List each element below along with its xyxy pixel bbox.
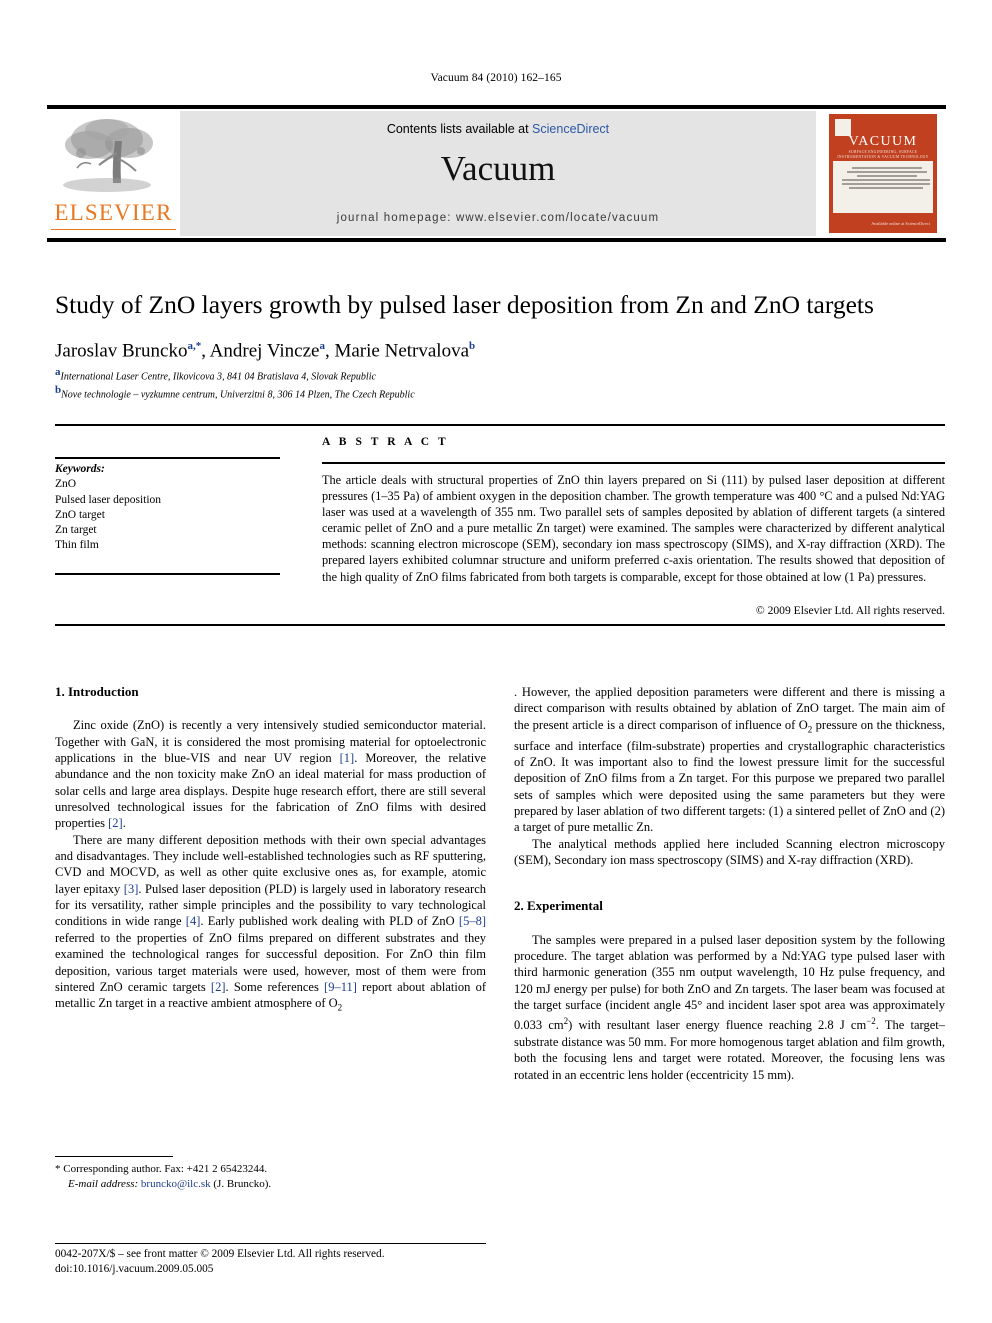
- email-link[interactable]: bruncko@ilc.sk: [141, 1178, 211, 1190]
- keywords-rule-top: [55, 457, 280, 459]
- sciencedirect-link[interactable]: ScienceDirect: [532, 122, 609, 136]
- keywords-block: Keywords: ZnO Pulsed laser deposition Zn…: [55, 462, 280, 554]
- article-first-page: Vacuum 84 (2010) 162–165 ELSEVIER Conten…: [0, 0, 992, 1323]
- keyword-item: ZnO: [55, 478, 77, 491]
- body-column-right: . However, the applied deposition parame…: [514, 684, 945, 1083]
- author-name[interactable]: Andrej Vincze: [210, 340, 320, 361]
- cover-text-lines: [842, 167, 932, 191]
- email-note: E-mail address: bruncko@ilc.sk (J. Brunc…: [55, 1177, 486, 1192]
- cover-artwork: VACUUM SURFACE ENGINEERING, SURFACE INST…: [829, 114, 937, 233]
- affiliation-item: aInternational Laser Centre, Ilkovicova …: [55, 366, 945, 384]
- author-affil-mark: b: [469, 340, 476, 352]
- superscript: −2: [866, 1016, 876, 1027]
- page-title: Study of ZnO layers growth by pulsed las…: [55, 290, 874, 319]
- section-heading-introduction: 1. Introduction: [55, 684, 139, 699]
- issn-line: 0042-207X/$ – see front matter © 2009 El…: [55, 1248, 385, 1260]
- contents-prefix: Contents lists available at: [386, 122, 533, 136]
- citation-link[interactable]: [9–11]: [324, 980, 357, 994]
- author-list: Jaroslav Brunckoa,*, Andrej Vinczea, Mar…: [55, 340, 476, 362]
- keyword-item: Thin film: [55, 539, 99, 552]
- affiliation-text: International Laser Centre, Ilkovicova 3…: [60, 371, 376, 383]
- body-column-left: 1. Introduction Zinc oxide (ZnO) is rece…: [55, 684, 486, 1016]
- issn-doi-block: 0042-207X/$ – see front matter © 2009 El…: [55, 1247, 515, 1276]
- citation-link[interactable]: [4]: [186, 914, 201, 928]
- masthead-rule-top: [47, 105, 946, 109]
- copyright-line: © 2009 Elsevier Ltd. All rights reserved…: [755, 604, 945, 617]
- elsevier-underline: [51, 228, 176, 230]
- abstract-block-rule-bottom: [55, 624, 945, 626]
- elsevier-tree-icon: [63, 119, 153, 192]
- elsevier-wordmark: ELSEVIER: [54, 200, 173, 225]
- author-name[interactable]: Marie Netrvalova: [334, 340, 469, 361]
- paragraph: . However, the applied deposition parame…: [514, 684, 945, 836]
- author-affil-mark: a,*: [187, 340, 202, 352]
- cover-white-band: [833, 161, 933, 213]
- keyword-item: ZnO target: [55, 508, 105, 521]
- running-head: Vacuum 84 (2010) 162–165: [430, 72, 562, 84]
- footnote-block: * Corresponding author. Fax: +421 2 6542…: [55, 1162, 486, 1191]
- paragraph-text: . Early published work dealing with PLD …: [200, 914, 459, 929]
- email-owner: (J. Bruncko).: [213, 1177, 272, 1190]
- doi-line[interactable]: doi:10.1016/j.vacuum.2009.05.005: [55, 1262, 515, 1277]
- paragraph: There are many different deposition meth…: [55, 832, 486, 1016]
- citation-link[interactable]: [2]: [108, 816, 123, 830]
- email-label: E-mail address:: [68, 1177, 139, 1190]
- paragraph-text: pressure on the thickness, surface and i…: [514, 717, 945, 835]
- keywords-rule-bottom: [55, 573, 280, 575]
- citation-link[interactable]: [2]: [211, 980, 226, 994]
- keyword-item: Pulsed laser deposition: [55, 493, 162, 506]
- abstract-heading: A B S T R A C T: [322, 436, 449, 448]
- journal-homepage-link[interactable]: journal homepage: www.elsevier.com/locat…: [180, 212, 816, 224]
- abstract-rule: [322, 462, 945, 464]
- abstract-block-rule-top: [55, 424, 945, 426]
- journal-band: Contents lists available at ScienceDirec…: [180, 111, 816, 236]
- journal-cover-thumbnail[interactable]: VACUUM SURFACE ENGINEERING, SURFACE INST…: [821, 111, 946, 236]
- paragraph-text: ) with resultant laser energy fluence re…: [568, 1018, 867, 1033]
- abstract-text: The article deals with structural proper…: [322, 473, 945, 584]
- section-heading-experimental: 2. Experimental: [514, 898, 603, 914]
- paragraph: The samples were prepared in a pulsed la…: [514, 932, 945, 1083]
- cover-title: VACUUM: [848, 134, 918, 149]
- masthead-rule-bottom: [47, 238, 946, 242]
- affiliation-item: bNove technologie – vyzkumne centrum, Un…: [55, 384, 945, 402]
- citation-link[interactable]: [1]: [340, 751, 355, 765]
- author-affil-mark: a: [319, 340, 325, 352]
- subscript: 2: [337, 1002, 343, 1013]
- author-name[interactable]: Jaroslav Bruncko: [55, 340, 187, 361]
- elsevier-logo: ELSEVIER: [47, 111, 180, 236]
- citation-link[interactable]: [3]: [124, 882, 139, 896]
- corresponding-author-note: * Corresponding author. Fax: +421 2 6542…: [55, 1163, 268, 1175]
- affiliation-list: aInternational Laser Centre, Ilkovicova …: [55, 366, 945, 402]
- contents-available-line: Contents lists available at ScienceDirec…: [180, 122, 816, 136]
- issn-rule: [55, 1243, 486, 1245]
- keyword-item: Zn target: [55, 524, 97, 537]
- paragraph-text: .: [122, 816, 126, 831]
- journal-masthead: ELSEVIER Contents lists available at Sci…: [47, 105, 946, 242]
- footnote-rule: [55, 1156, 173, 1158]
- cover-footer: Available online at ScienceDirect: [871, 221, 930, 226]
- citation-link[interactable]: [5–8]: [459, 914, 486, 928]
- paragraph: Zinc oxide (ZnO) is recently a very inte…: [55, 717, 486, 831]
- paragraph-text: . Some references: [225, 979, 325, 994]
- affiliation-text: Nove technologie – vyzkumne centrum, Uni…: [61, 389, 415, 401]
- keywords-heading: Keywords:: [55, 463, 105, 475]
- paragraph: The analytical methods applied here incl…: [514, 836, 945, 867]
- cover-subtitle: SURFACE ENGINEERING, SURFACE INSTRUMENTA…: [837, 150, 929, 159]
- journal-title: Vacuum: [440, 149, 556, 188]
